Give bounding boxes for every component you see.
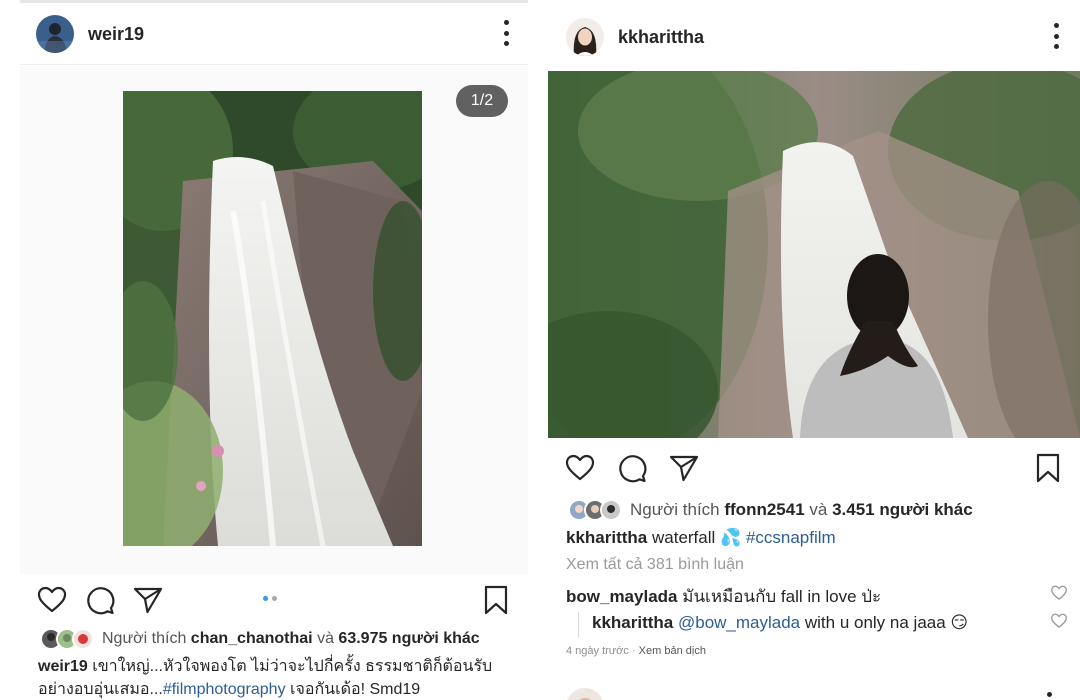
liker-avatars — [40, 628, 94, 650]
caption-text: เขาใหญ่...หัวใจพองโต ไม่ว่าจะไปกี่ครั้ง … — [92, 658, 493, 675]
username[interactable]: weir19 — [88, 24, 144, 45]
carousel-counter: 1/2 — [456, 85, 508, 117]
comment-username[interactable]: kkharittha — [592, 613, 673, 632]
liker-username[interactable]: ffonn2541 — [724, 500, 804, 520]
likes-connector: và — [317, 630, 334, 647]
post-media[interactable]: 1/2 — [20, 66, 528, 574]
comment-icon[interactable] — [616, 452, 648, 484]
caption-username[interactable]: weir19 — [38, 658, 88, 675]
header-divider — [20, 64, 528, 65]
reply-comment: kkharittha @bow_maylada with u only na j… — [592, 613, 968, 633]
waterfall-portrait-photo — [548, 71, 1080, 438]
post-kkharittha: kkharittha Người thích ffonn2541 và 3.45… — [548, 0, 1080, 700]
likes-summary[interactable]: Người thích chan_chanothai và 63.975 ngư… — [40, 628, 480, 650]
liker-avatar — [600, 499, 622, 521]
top-divider — [20, 0, 528, 3]
carousel-dot[interactable] — [272, 596, 277, 601]
avatar[interactable] — [36, 15, 74, 53]
username[interactable]: kkharittha — [618, 27, 704, 48]
more-vertical-icon[interactable] — [1050, 23, 1062, 49]
heart-icon[interactable] — [1050, 612, 1068, 630]
caption-text: อย่างอบอุ่นเสมอ... — [38, 681, 163, 698]
caption-text: เจอกันเด้อ! Smd19 — [285, 681, 421, 698]
post-media[interactable] — [548, 71, 1080, 438]
more-vertical-icon[interactable] — [500, 20, 512, 46]
likes-connector: và — [809, 500, 828, 519]
likes-summary[interactable]: Người thích ffonn2541 và 3.451 người khá… — [568, 499, 973, 521]
likes-others[interactable]: 3.451 người khác — [832, 500, 973, 520]
comment-emoji: 😏 — [950, 613, 969, 632]
caption-hashtag[interactable]: #filmphotography — [163, 681, 286, 698]
liker-avatars — [568, 499, 622, 521]
waterfall-photo — [123, 91, 422, 546]
caption-hashtag[interactable]: #ccsnapfilm — [746, 528, 836, 547]
translate-link[interactable]: Xem bản dịch — [639, 645, 706, 657]
heart-icon[interactable] — [564, 452, 596, 484]
comment: bow_maylada มันเหมือนกับ fall in love ป่… — [566, 583, 881, 610]
likes-prefix: Người thích — [630, 500, 720, 519]
caption-text: waterfall — [651, 528, 716, 547]
heart-icon[interactable] — [36, 584, 68, 616]
caption-username[interactable]: kkharittha — [566, 528, 647, 547]
carousel-dot-active[interactable] — [263, 596, 268, 601]
carousel-indicator[interactable] — [263, 596, 277, 601]
post-weir19: weir19 1/2 Người thích chan_chanothai và… — [20, 0, 528, 700]
avatar[interactable] — [566, 18, 604, 56]
post-header: weir19 — [36, 14, 512, 54]
likes-others[interactable]: 63.975 người khác — [338, 630, 479, 648]
reply-thread-line — [578, 612, 579, 638]
more-vertical-icon[interactable] — [1047, 692, 1052, 697]
post-time: 4 ngày trước — [566, 645, 629, 657]
comment-text: มันเหมือนกับ fall in love ป่ะ — [682, 587, 882, 606]
paper-plane-icon[interactable] — [132, 584, 164, 616]
comment-mention[interactable]: @bow_maylada — [678, 613, 800, 632]
comment-text: with u only na jaaa — [800, 613, 946, 632]
post-actions — [564, 452, 1064, 484]
liker-username[interactable]: chan_chanothai — [191, 630, 313, 648]
caption: weir19 เขาใหญ่...หัวใจพองโต ไม่ว่าจะไปกี… — [38, 655, 518, 700]
caption-emoji: 💦 — [720, 528, 742, 547]
meta-separator: · — [628, 645, 639, 657]
post-meta: 4 ngày trước · Xem bản dịch — [566, 645, 706, 657]
paper-plane-icon[interactable] — [668, 452, 700, 484]
likes-prefix: Người thích — [102, 630, 187, 647]
caption: kkharittha waterfall 💦 #ccsnapfilm — [566, 528, 836, 548]
post-header: kkharittha — [566, 17, 1062, 57]
bookmark-icon[interactable] — [1032, 452, 1064, 484]
comment-icon[interactable] — [84, 584, 116, 616]
heart-icon[interactable] — [1050, 584, 1068, 602]
view-all-comments-link[interactable]: Xem tất cả 381 bình luận — [566, 556, 744, 574]
next-post-avatar[interactable] — [566, 688, 604, 700]
comment-username[interactable]: bow_maylada — [566, 587, 678, 606]
bookmark-icon[interactable] — [480, 584, 512, 616]
liker-avatar — [72, 628, 94, 650]
